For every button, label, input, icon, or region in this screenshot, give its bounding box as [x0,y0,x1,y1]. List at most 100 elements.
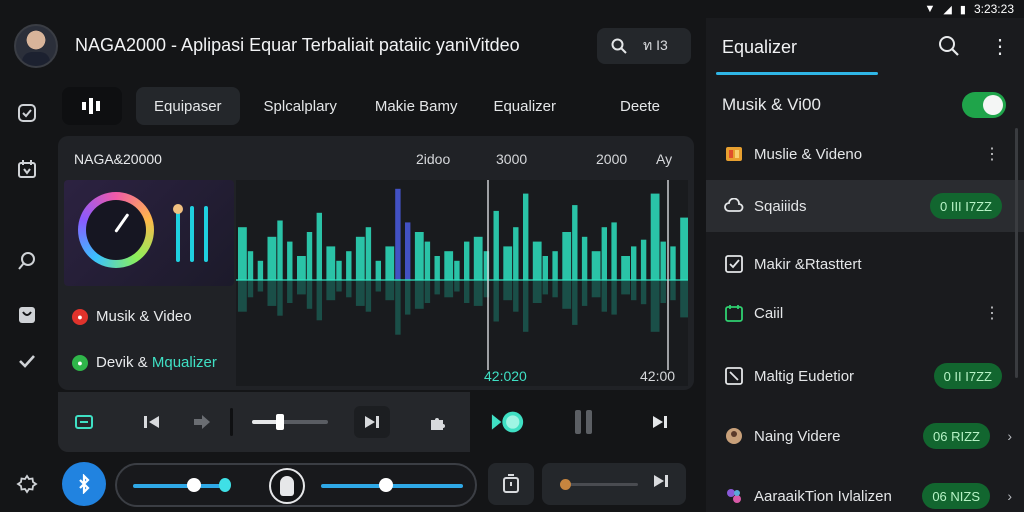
eq-knob[interactable] [219,478,231,492]
spectrum-bar-reflection [424,280,431,303]
timer-button[interactable] [488,463,534,505]
play-icon[interactable] [490,406,526,438]
time-total: 42:00 [640,368,676,384]
spectrum-bar [631,246,637,280]
mini-progress-knob[interactable] [560,479,571,490]
calendar-icon[interactable] [14,156,40,182]
spectrum-bar [621,256,630,280]
eq-center-button[interactable] [269,468,305,504]
spectrum-bar-reflection [621,280,630,295]
more-vertical-icon[interactable]: ⋮ [984,144,1000,164]
spectrum-bar [562,232,572,280]
spectrum-bar [297,256,306,280]
spectrum-bar-reflection [454,280,460,292]
list-item[interactable]: AaraaikTion Ivlalizen 06 NIZS › [706,470,1024,512]
spectrum-bar-reflection [532,280,542,303]
eq-knob[interactable] [187,478,201,492]
tab-splcalplary[interactable]: Splcalplary [246,87,355,125]
panel-title: Equalizer [722,36,798,57]
search-icon[interactable] [938,35,960,63]
spectrum-bar-reflection [513,280,519,312]
calendar-icon [724,303,744,323]
list-item[interactable]: Makir &Rtasttert [706,238,1024,290]
equalizer-logo-icon[interactable] [62,87,122,125]
list-item[interactable]: Caiil ⋮ [706,290,1024,336]
transport-bar [58,392,694,452]
card-title: NAGA&20000 [74,151,162,167]
mini-progress-track[interactable] [560,483,638,486]
spectrum-bar-reflection [267,280,277,306]
fader [204,206,208,262]
spectrum-bar [424,241,431,280]
wifi-icon: ▼ [924,3,936,15]
bag-icon[interactable] [14,302,40,328]
spectrum-bar-reflection [464,280,470,303]
axis-label: Ay [656,151,673,167]
spectrum-bar-reflection [680,280,688,318]
spectrum-bar [601,227,607,280]
eq-knob[interactable] [379,478,393,492]
status-badge: 06 NIZS [922,483,990,509]
spectrum-bar [493,210,499,280]
next-track-icon[interactable] [652,474,670,491]
avatar-icon [724,426,744,446]
bluetooth-button[interactable] [62,462,106,506]
tab-equalizer[interactable]: Equalizer [475,87,574,125]
chevron-right-icon[interactable]: › [1007,428,1012,444]
list-item[interactable]: Naing Videre 06 RIZZ › [706,410,1024,462]
eq-slider-bar [115,463,477,507]
gear-icon[interactable] [14,472,40,498]
spectrum-bar-reflection [552,280,558,298]
panel-scrollbar[interactable] [1015,128,1018,378]
chevron-right-icon[interactable]: › [1007,488,1012,504]
status-time: 3:23:23 [973,2,1014,16]
pause-icon[interactable] [566,406,602,438]
spectrum-bar-reflection [660,280,666,303]
axis-label: 3000 [496,151,528,167]
list-item[interactable]: Maltig Eudetior 0 II I7ZZ [706,350,1024,402]
avatar[interactable] [14,24,58,68]
spectrum-bar [346,251,352,280]
check-icon[interactable] [14,348,40,374]
search-button[interactable]: ท I3 [597,28,691,64]
spectrum-bar-reflection [670,280,676,301]
spectrum-bar-reflection [365,280,372,312]
film-icon [724,144,744,164]
tab-bar: Equipaser Splcalplary Makie Bamy Equaliz… [62,86,698,126]
bluetooth-icon [79,474,90,494]
eq-track-left [133,484,225,488]
search-icon[interactable] [14,248,40,274]
forward-arrow-icon[interactable] [184,406,220,438]
tab-equipaser[interactable]: Equipaser [136,87,240,125]
legend-highlight: Mqualizer [151,354,217,371]
skip-next-icon[interactable] [354,406,390,438]
previous-icon[interactable] [134,406,170,438]
tab-deete[interactable]: Deete [602,87,678,125]
mix-icon [724,486,744,506]
spectrum-bar-reflection [434,280,440,295]
spectrum-bar-reflection [355,280,365,306]
more-vertical-icon[interactable]: ⋮ [990,34,1010,59]
spectrum-bar-reflection [257,280,264,292]
repeat-icon[interactable] [66,406,102,438]
musik-video-toggle[interactable] [962,92,1006,118]
dashboard-icon[interactable] [14,100,40,126]
spectrum-bar-reflection [238,280,247,312]
more-vertical-icon[interactable]: ⋮ [984,303,1000,323]
dial-icon [78,192,154,268]
spectrum-bar-reflection [414,280,424,309]
puzzle-icon[interactable] [420,406,456,438]
spectrum-bar-reflection [297,280,306,295]
skip-end-icon[interactable] [642,406,678,438]
cloud-icon [724,196,744,216]
spectrum-bar [532,241,542,280]
spectrum-bar [365,227,372,280]
list-item[interactable]: Muslie & Videno ⋮ [706,128,1024,180]
volume-slider[interactable] [252,414,328,430]
spectrum-bar [326,246,336,280]
axis-label: 2000 [596,151,628,167]
tab-makie-bamy[interactable]: Makie Bamy [357,87,476,125]
spectrum-bar [287,241,293,280]
list-item[interactable]: Sqaiiids 0 III I7ZZ [706,180,1024,232]
spectrum-bar [670,246,676,280]
